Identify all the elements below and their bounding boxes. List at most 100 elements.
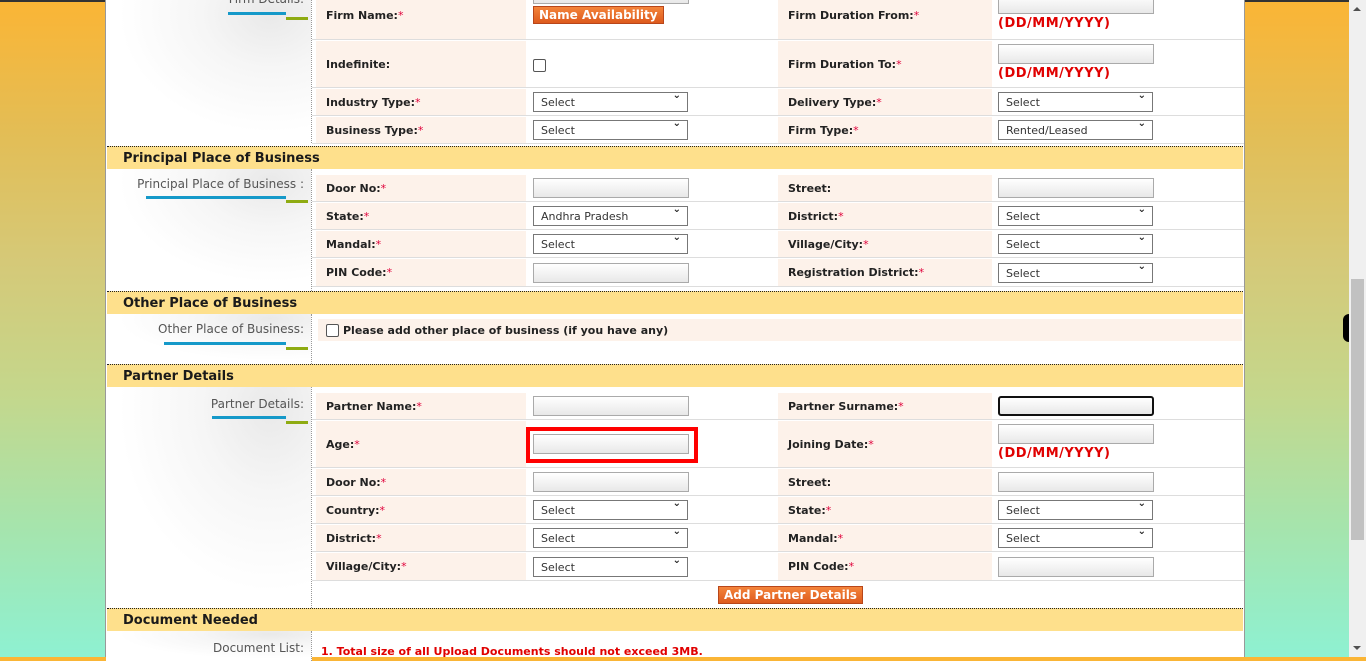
partner-surname-field bbox=[998, 396, 1154, 416]
partner-details-side-label: Partner Details: bbox=[210, 397, 304, 411]
required-asterisk: * bbox=[375, 237, 382, 251]
pin-code-input[interactable] bbox=[533, 263, 689, 283]
chevron-down-icon: ⌄ bbox=[672, 498, 681, 509]
state-field: Andhra Pradesh ⌄ bbox=[533, 204, 688, 226]
required-asterisk: * bbox=[401, 560, 407, 573]
selected-value: Select bbox=[1006, 237, 1040, 251]
country-field: Select ⌄ bbox=[533, 498, 688, 520]
firm-details-row: Firm Name: * Name Availability Firm Duratio… bbox=[312, 0, 1244, 40]
street-input[interactable] bbox=[998, 178, 1154, 198]
chevron-down-icon: ⌄ bbox=[1137, 204, 1146, 215]
pin-code-input[interactable] bbox=[998, 557, 1154, 577]
district-select[interactable]: Select ⌄ bbox=[998, 204, 1153, 226]
field-label-text: Village/City: bbox=[788, 237, 864, 251]
state-select[interactable]: Andhra Pradesh ⌄ bbox=[533, 204, 688, 226]
mandal-select[interactable]: Select ⌄ bbox=[533, 232, 688, 254]
delivery-type-field: Select ⌄ bbox=[998, 90, 1153, 112]
indefinite-checkbox[interactable] bbox=[533, 59, 546, 72]
firm-duration-to-input[interactable] bbox=[998, 44, 1154, 64]
door-no-input[interactable] bbox=[533, 178, 689, 198]
business-type-label: Business Type: * bbox=[316, 117, 526, 143]
delivery-type-select[interactable]: Select ⌄ bbox=[998, 90, 1153, 112]
add-partner-details-button[interactable]: Add Partner Details bbox=[718, 586, 863, 604]
state-label: State: * bbox=[778, 497, 992, 523]
other-place-side-label: Other Place of Business: bbox=[158, 322, 304, 336]
street-input[interactable] bbox=[998, 472, 1154, 492]
door-no-input[interactable] bbox=[533, 472, 689, 492]
chevron-down-icon: ⌄ bbox=[1137, 232, 1146, 243]
selected-value: Select bbox=[1006, 95, 1040, 109]
partner-details-header: Partner Details bbox=[107, 364, 1243, 387]
firm-name-input[interactable] bbox=[533, 0, 689, 4]
chevron-down-icon: ⌄ bbox=[1137, 526, 1146, 537]
village-city-select[interactable]: Select ⌄ bbox=[998, 232, 1153, 254]
firm-details-row: Business Type: * Select ⌄ Firm Type: * Rented/… bbox=[312, 116, 1244, 144]
vertical-scrollbar[interactable] bbox=[1349, 0, 1366, 657]
principal-place-row: State: * Andhra Pradesh ⌄ District: * Select ⌄ bbox=[312, 202, 1244, 230]
scroll-down-arrow-icon[interactable] bbox=[1353, 646, 1361, 650]
partner-details-row: District: * Select ⌄ Mandal: * Select ⌄ bbox=[312, 524, 1244, 552]
principal-place-header: Principal Place of Business bbox=[107, 146, 1243, 169]
chevron-down-icon: ⌄ bbox=[672, 232, 681, 243]
district-select[interactable]: Select ⌄ bbox=[533, 526, 688, 548]
joining-date-input[interactable] bbox=[998, 424, 1154, 444]
partner-name-input[interactable] bbox=[533, 396, 689, 416]
required-asterisk: * bbox=[848, 560, 855, 573]
scroll-up-arrow-icon[interactable] bbox=[1353, 7, 1361, 11]
documents-section: Document Needed Document List: 1. Total … bbox=[106, 608, 1244, 661]
chevron-down-icon: ⌄ bbox=[1137, 261, 1146, 272]
joining-date-field: (DD/MM/YYYY) bbox=[998, 424, 1154, 461]
field-label-text: Street: bbox=[788, 181, 832, 195]
accent-bar-green bbox=[286, 421, 308, 424]
street-label: Street: bbox=[778, 469, 992, 495]
accent-bar-green bbox=[286, 17, 308, 20]
field-label-text: State: bbox=[326, 209, 364, 223]
other-place-checkbox-row[interactable]: Please add other place of business (if y… bbox=[318, 319, 1242, 341]
firm-details-row: Indefinite: Firm Duration To: * (DD/MM/YYYY… bbox=[312, 40, 1244, 88]
selected-value: Select bbox=[541, 503, 575, 517]
firm-name-field: Name Availability bbox=[533, 0, 689, 24]
partner-surname-input[interactable] bbox=[998, 396, 1154, 416]
required-asterisk: * bbox=[863, 237, 869, 251]
firm-type-select[interactable]: Rented/Leased ⌄ bbox=[998, 118, 1153, 140]
pin-code-label: PIN Code: * bbox=[778, 553, 992, 580]
district-field: Select ⌄ bbox=[998, 204, 1153, 226]
required-asterisk: * bbox=[363, 209, 370, 223]
required-asterisk: * bbox=[825, 503, 832, 517]
selected-value: Select bbox=[541, 123, 575, 137]
required-asterisk: * bbox=[376, 531, 382, 545]
name-availability-button[interactable]: Name Availability bbox=[533, 6, 664, 24]
state-label: State: * bbox=[316, 203, 526, 229]
other-place-header: Other Place of Business bbox=[107, 291, 1243, 314]
chevron-down-icon: ⌄ bbox=[1137, 90, 1146, 101]
country-select[interactable]: Select ⌄ bbox=[533, 498, 688, 520]
principal-place-row: PIN Code: * Registration District: * Select ⌄ bbox=[312, 258, 1244, 287]
firm-duration-from-input[interactable] bbox=[998, 0, 1154, 14]
principal-place-section: Principal Place of Business Principal Pl… bbox=[106, 146, 1244, 291]
field-label-text: District: bbox=[788, 209, 839, 223]
industry-type-label: Industry Type: * bbox=[316, 89, 526, 115]
registration-district-select[interactable]: Select ⌄ bbox=[998, 261, 1153, 283]
state-select[interactable]: Select ⌄ bbox=[998, 498, 1153, 520]
mandal-select[interactable]: Select ⌄ bbox=[998, 526, 1153, 548]
other-place-checkbox[interactable] bbox=[326, 323, 339, 337]
accent-bar-green bbox=[286, 200, 308, 203]
field-label-text: Business Type: bbox=[326, 123, 418, 137]
field-label-text: PIN Code: bbox=[788, 560, 849, 573]
mandal-field: Select ⌄ bbox=[998, 526, 1153, 548]
delivery-type-label: Delivery Type: * bbox=[778, 89, 992, 115]
scrollbar-thumb[interactable] bbox=[1351, 279, 1364, 540]
date-format-hint: (DD/MM/YYYY) bbox=[998, 446, 1111, 461]
industry-type-select[interactable]: Select ⌄ bbox=[533, 90, 688, 112]
village-city-select[interactable]: Select ⌄ bbox=[533, 555, 688, 577]
field-label-text: Firm Type: bbox=[788, 123, 854, 137]
registration-district-label: Registration District: * bbox=[778, 259, 992, 286]
selected-value: Rented/Leased bbox=[1006, 123, 1088, 137]
district-label: District: * bbox=[778, 203, 992, 229]
field-label-text: Delivery Type: bbox=[788, 95, 877, 109]
required-asterisk: * bbox=[838, 209, 844, 223]
chevron-down-icon: ⌄ bbox=[672, 555, 681, 566]
business-type-select[interactable]: Select ⌄ bbox=[533, 118, 688, 140]
partner-details-side-panel: Partner Details: bbox=[106, 387, 312, 608]
partner-details-row: Age: * Joining Date: * (DD/MM/YYYY) bbox=[312, 420, 1244, 468]
